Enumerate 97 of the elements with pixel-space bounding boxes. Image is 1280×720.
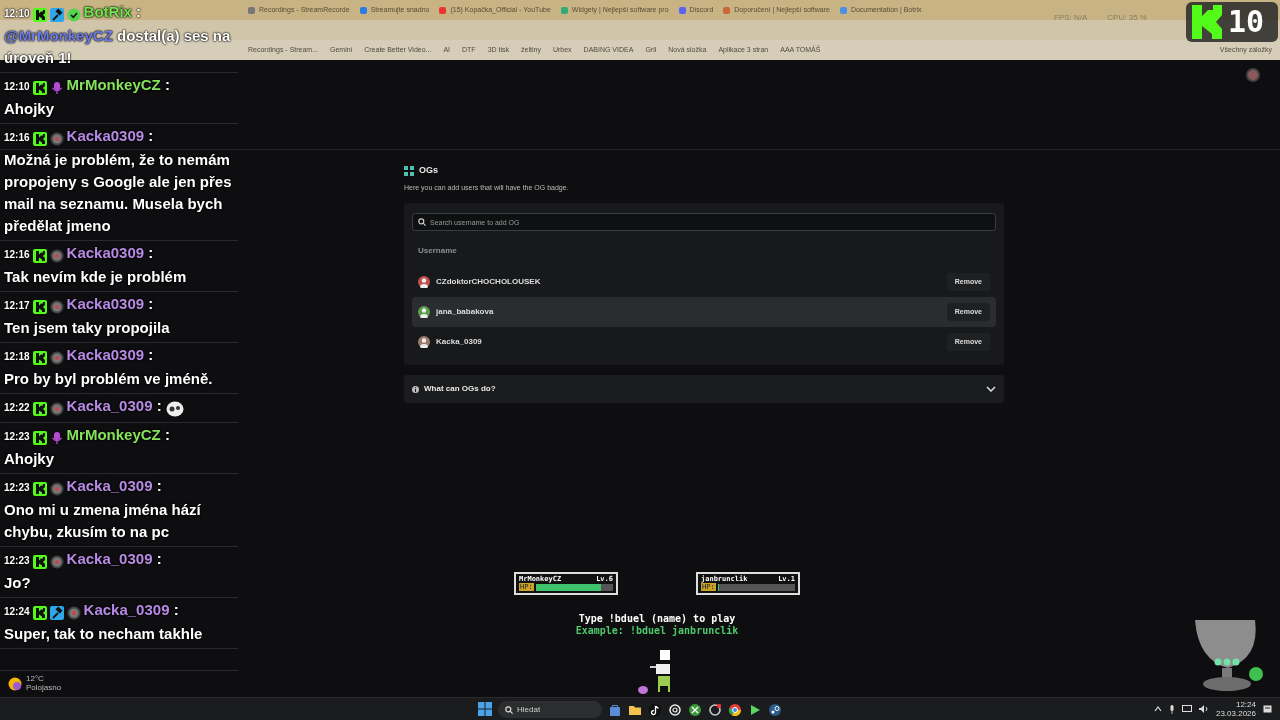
x-circle-icon[interactable]: [688, 702, 702, 717]
separator: :: [173, 601, 179, 618]
logo-icon: [32, 402, 47, 417]
info-icon: [412, 385, 419, 393]
timestamp: 12:23: [4, 482, 30, 493]
microphone-icon: [49, 81, 64, 96]
logo-icon: [32, 81, 47, 96]
timestamp: 12:10: [4, 8, 30, 19]
username: Kacka_0309: [66, 397, 153, 414]
username: Kacka_0309: [436, 336, 482, 348]
separator: :: [136, 3, 142, 20]
separator: :: [148, 244, 154, 261]
message-text: Ten jsem taky propojila: [4, 318, 171, 338]
message-text: Tak nevím kde je problém: [4, 267, 188, 287]
grid-icon: [404, 165, 414, 176]
faq-accordion[interactable]: What can OGs do?: [404, 375, 1004, 403]
steam-icon[interactable]: [768, 702, 782, 717]
message-text: Super, tak to necham takhle: [4, 624, 204, 644]
separator: :: [156, 397, 162, 414]
hammer-icon: [49, 606, 64, 621]
logo-icon: [1192, 5, 1222, 39]
logo-icon: [32, 300, 47, 315]
note-icon[interactable]: [648, 702, 662, 717]
disc-icon: [66, 606, 81, 621]
timestamp: 12:17: [4, 300, 30, 311]
ring-icon[interactable]: [708, 702, 722, 717]
disc-icon: [49, 402, 64, 417]
separator: :: [164, 76, 170, 93]
username: Kacka0309: [66, 295, 145, 312]
timestamp: 12:23: [4, 431, 30, 442]
separator: :: [148, 295, 154, 312]
message-text: Ono mi u zmena jména hází chybu, zkusím to na pc: [4, 500, 202, 542]
timestamp: 12:16: [4, 132, 30, 143]
username: MrMonkeyCZ: [66, 426, 161, 443]
bag-icon[interactable]: [608, 702, 622, 717]
username: CZdoktorCHOCHOLOUSEK: [436, 276, 541, 288]
disc-icon: [49, 351, 64, 366]
microphone-icon[interactable]: [1168, 704, 1175, 714]
monitor-icon[interactable]: [1181, 705, 1192, 713]
timestamp: 12:22: [4, 402, 30, 413]
logo-icon: [32, 351, 47, 366]
message-text: Možná je problém, že to nemám propojeny s Google ale jen přes mail na seznamu. Musela bych předělat jmeno: [4, 150, 233, 236]
start-icon[interactable]: [478, 702, 492, 716]
username: Kacka_0309: [66, 477, 153, 494]
logo-icon: [32, 555, 47, 570]
speaker-icon[interactable]: [1198, 705, 1209, 713]
emote-icon: [165, 401, 184, 418]
username: Kacka_0309: [83, 601, 170, 618]
username: Kacka0309: [66, 346, 145, 363]
disc-icon: [49, 249, 64, 264]
check-icon: [66, 8, 81, 23]
username: jana_babakova: [436, 306, 494, 318]
separator: :: [148, 127, 154, 144]
temperature: 12°C: [26, 675, 45, 685]
instruction-text: Type !bduel (name) to play: [577, 613, 736, 626]
username: Kacka0309: [66, 244, 145, 261]
username: MrMonkeyCZ: [66, 76, 161, 93]
chevron-up-icon[interactable]: [1153, 706, 1162, 712]
level-badge: 10: [1186, 2, 1278, 42]
logo-icon: [32, 431, 47, 446]
timestamp: 12:16: [4, 249, 30, 260]
logo-icon: [32, 249, 47, 264]
timestamp: 12:23: [4, 555, 30, 566]
weather-text: Polojasno: [26, 684, 62, 693]
disc-icon: [49, 555, 64, 570]
separator: :: [148, 346, 154, 363]
example-text: Example: !bduel janbrunclik: [574, 625, 740, 638]
clock-time: 12:24: [1235, 699, 1256, 709]
logo-icon: [32, 132, 47, 147]
clock-date: 23.03.2026: [1215, 709, 1256, 719]
microphone-icon: [49, 431, 64, 446]
page-title: OGs: [419, 164, 438, 177]
timestamp: 12:24: [4, 606, 30, 617]
message-text: Pro by byl problém ve jméně.: [4, 369, 214, 389]
separator: :: [156, 550, 162, 567]
browser-icon[interactable]: [728, 702, 742, 717]
chevron-icon: [986, 385, 996, 392]
logo-icon: [32, 482, 47, 497]
notification-icon[interactable]: [1263, 704, 1272, 714]
disc-icon: [49, 482, 64, 497]
column-header: Username: [417, 245, 458, 257]
username: Kacka0309: [66, 127, 145, 144]
avatar[interactable]: [1246, 68, 1260, 82]
username: Kacka_0309: [66, 550, 153, 567]
play-icon[interactable]: [748, 702, 762, 717]
separator: :: [156, 477, 162, 494]
logo-icon: [32, 606, 47, 621]
disc-icon: [49, 132, 64, 147]
message-text: Ahojky: [4, 99, 55, 119]
separator: :: [164, 426, 170, 443]
message-text: Jo?: [4, 573, 32, 593]
search-field[interactable]: Hledat: [498, 700, 602, 718]
disc-icon: [49, 300, 64, 315]
timestamp: 12:10: [4, 81, 30, 92]
timestamp: 12:18: [4, 351, 30, 362]
message-text: Ahojky: [4, 449, 55, 469]
username: BotRix: [83, 3, 132, 20]
